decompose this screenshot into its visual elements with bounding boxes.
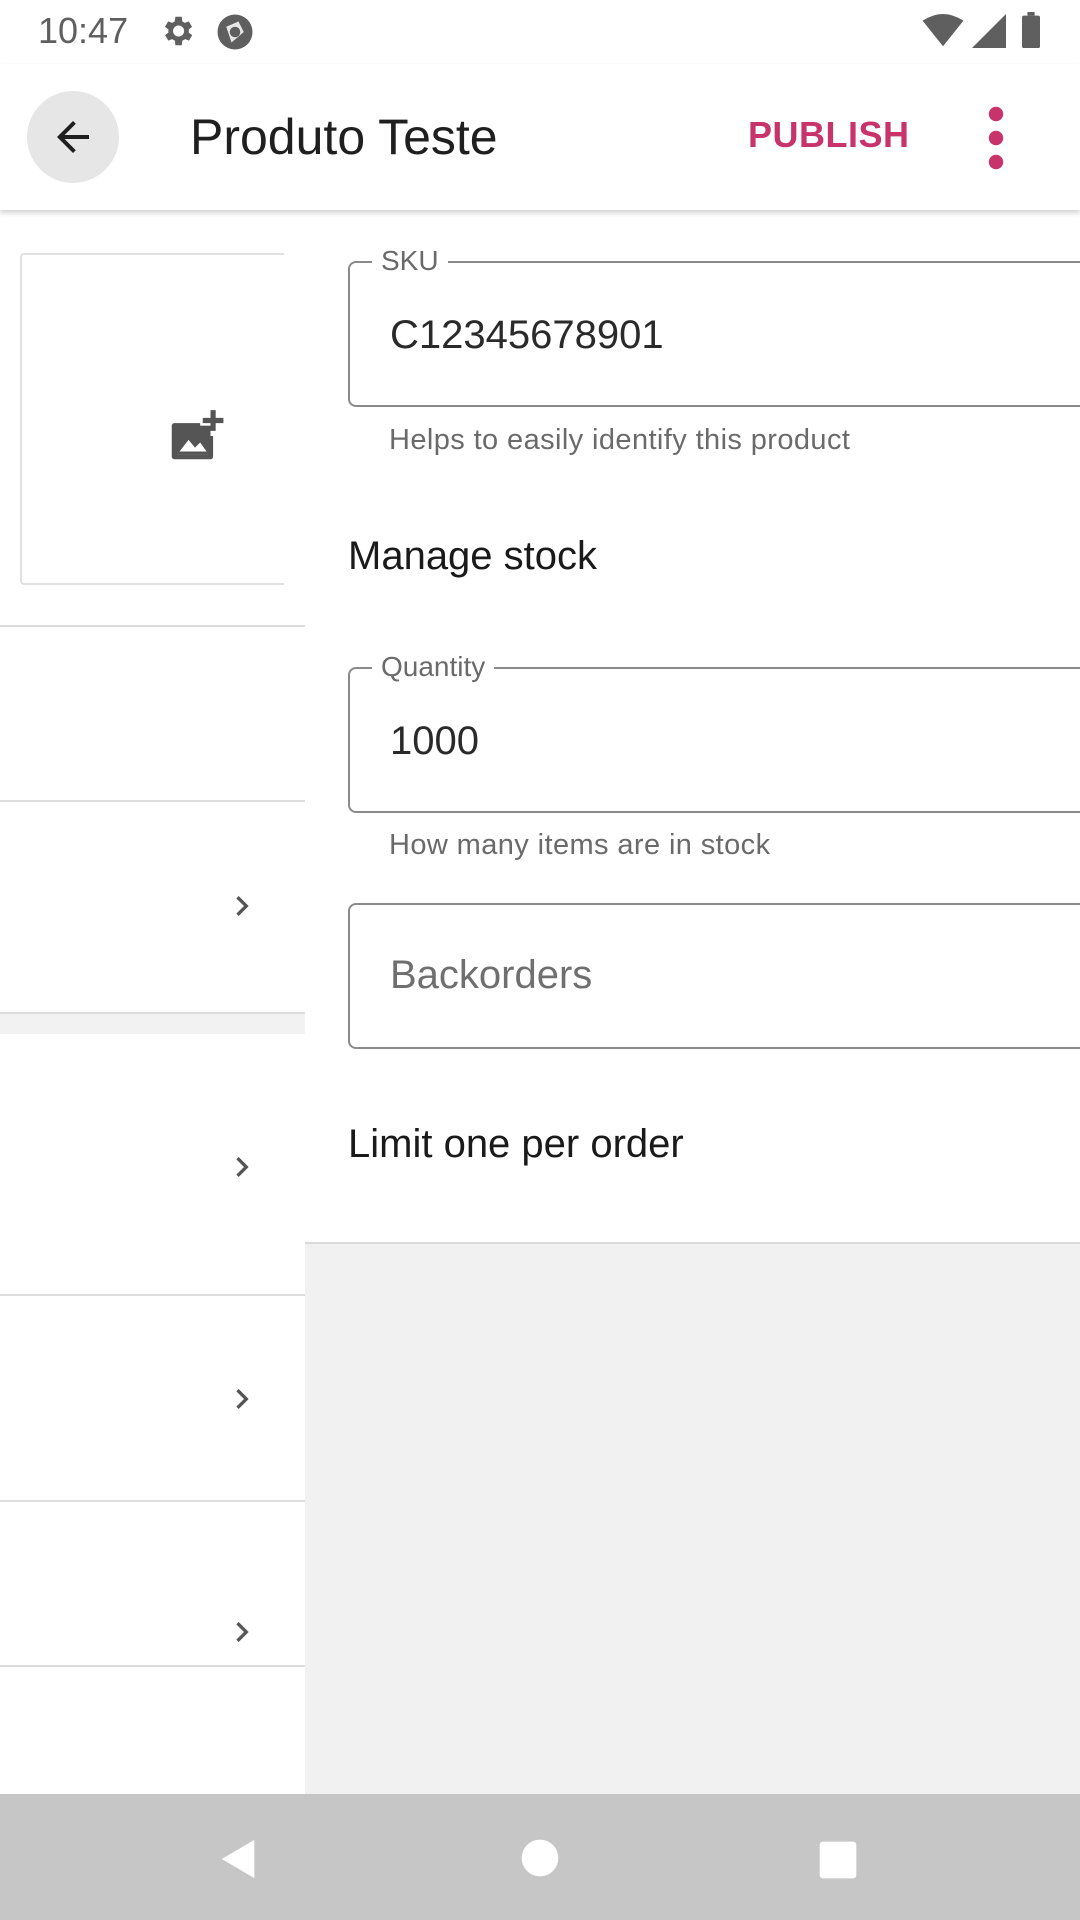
back-button[interactable] — [27, 91, 119, 183]
manage-stock-toggle[interactable]: Manage stock — [348, 534, 597, 579]
divider — [0, 1294, 305, 1296]
sku-helper-text: Helps to easily identify this product — [389, 424, 851, 456]
quantity-field[interactable]: Quantity 1000 — [348, 651, 1080, 813]
product-image-box[interactable] — [20, 253, 284, 585]
nav-back-icon[interactable] — [216, 1836, 262, 1882]
gear-icon — [164, 16, 193, 46]
quantity-helper-text: How many items are in stock — [389, 829, 771, 861]
limit-one-per-order-toggle[interactable]: Limit one per order — [348, 1122, 684, 1167]
quantity-label: Quantity — [372, 651, 495, 683]
quantity-value: 1000 — [390, 719, 479, 763]
sku-label: SKU — [372, 245, 448, 277]
status-bar: 10:47 — [0, 0, 1080, 64]
status-time: 10:47 — [38, 10, 129, 51]
system-nav-bar — [0, 1794, 1080, 1920]
inventory-dialog: SKU C12345678901 Helps to easily identif… — [305, 210, 1080, 1244]
chevron-right-icon[interactable] — [222, 1147, 262, 1187]
sku-field[interactable]: SKU C12345678901 — [348, 245, 1080, 407]
nav-home-icon[interactable] — [520, 1838, 560, 1878]
background-product-panel — [0, 210, 305, 1794]
more-vert-icon[interactable] — [970, 98, 1022, 178]
chevron-right-icon[interactable] — [222, 1612, 262, 1652]
divider — [0, 625, 305, 627]
battery-icon — [1022, 12, 1040, 48]
backorders-select[interactable]: Backorders — [348, 903, 1080, 1049]
nav-recents-icon[interactable] — [818, 1840, 858, 1880]
app-status-icon — [217, 14, 253, 50]
divider — [0, 800, 305, 802]
signal-icon — [972, 14, 1006, 48]
back-arrow-icon — [57, 121, 89, 153]
divider — [0, 1665, 305, 1667]
sku-value: C12345678901 — [390, 313, 664, 357]
chevron-right-icon[interactable] — [222, 1379, 262, 1419]
publish-button[interactable]: PUBLISH — [748, 114, 910, 156]
section-gap — [0, 1014, 305, 1034]
page-title: Produto Teste — [190, 109, 498, 165]
chevron-right-icon[interactable] — [222, 886, 262, 926]
wifi-icon — [922, 14, 964, 47]
add-photo-icon — [171, 410, 224, 460]
inventory-panel: SKU C12345678901 Helps to easily identif… — [305, 210, 1080, 1794]
app-bar: Produto Teste PUBLISH — [0, 64, 1080, 210]
divider — [0, 1500, 305, 1502]
backorders-placeholder: Backorders — [390, 953, 593, 997]
